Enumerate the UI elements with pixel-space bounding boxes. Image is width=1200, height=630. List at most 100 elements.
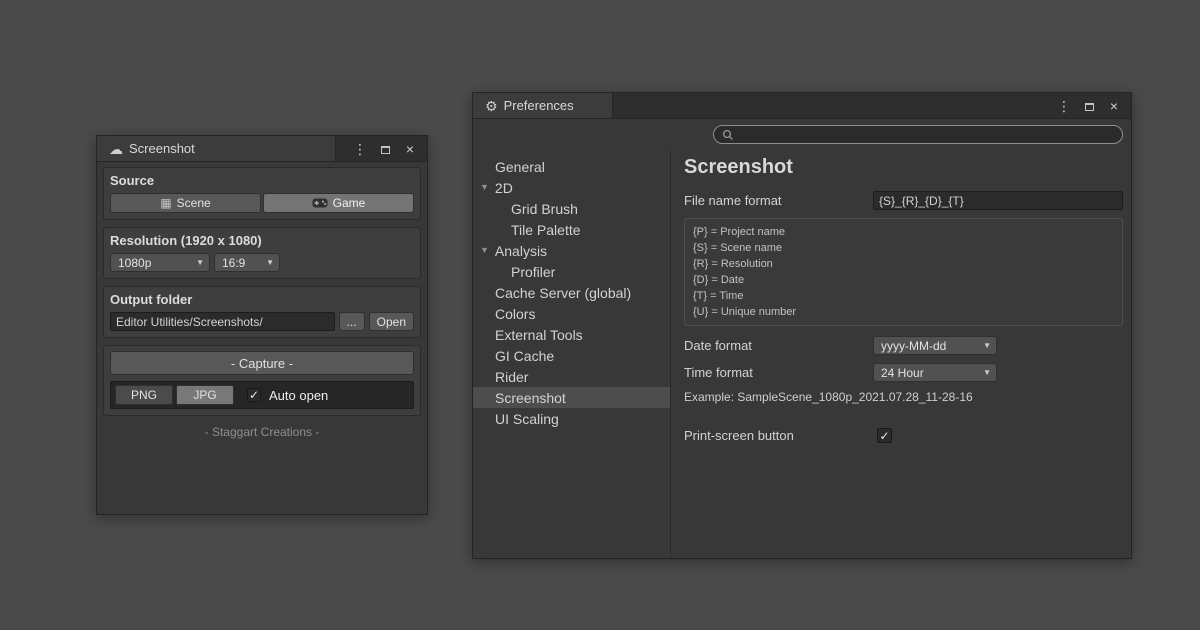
menu-icon[interactable]: ⋮ [1057, 99, 1071, 113]
maximize-glyph [1085, 103, 1094, 111]
resolution-section: Resolution (1920 x 1080) 1080p ▼ 16:9 ▼ [103, 227, 421, 279]
token-help-line: {T} = Time [693, 288, 1114, 304]
output-folder-section: Output folder ... Open [103, 286, 421, 338]
gear-icon: ⚙ [485, 99, 498, 113]
sidebar-item-profiler[interactable]: Profiler [473, 261, 670, 282]
scene-button-label: Scene [177, 196, 211, 210]
scene-button[interactable]: ▦ Scene [110, 193, 261, 213]
token-help-line: {U} = Unique number [693, 304, 1114, 320]
check-icon: ✓ [249, 389, 259, 401]
time-format-value: 24 Hour [881, 366, 924, 380]
token-help-line: {S} = Scene name [693, 240, 1114, 256]
preferences-main: General ▼ 2D Grid Brush Tile Palette ▼ A… [473, 150, 1131, 558]
screenshot-window-tab[interactable]: ☁ Screenshot [97, 136, 336, 161]
chevron-down-icon: ▼ [196, 259, 204, 267]
example-text: Example: SampleScene_1080p_2021.07.28_11… [684, 390, 1123, 404]
open-button[interactable]: Open [369, 312, 414, 331]
sidebar-item-label: Tile Palette [511, 222, 581, 238]
time-format-dropdown[interactable]: 24 Hour ▼ [873, 363, 997, 382]
preferences-toolbar [473, 119, 1131, 150]
sidebar-item-label: Grid Brush [511, 201, 578, 217]
search-field[interactable] [713, 125, 1123, 144]
file-name-format-label: File name format [684, 193, 873, 208]
screenshot-window-title: Screenshot [129, 141, 195, 156]
sidebar-item-grid-brush[interactable]: Grid Brush [473, 198, 670, 219]
sidebar-item-label: Profiler [511, 264, 555, 280]
chevron-down-icon: ▼ [266, 259, 274, 267]
sidebar-item-rider[interactable]: Rider [473, 366, 670, 387]
maximize-icon[interactable] [1082, 99, 1096, 113]
chevron-down-icon: ▼ [983, 369, 991, 377]
foldout-open-icon[interactable]: ▼ [480, 246, 489, 255]
resolution-preset-dropdown[interactable]: 1080p ▼ [110, 253, 210, 272]
titlebar-controls: ⋮ × [1057, 93, 1131, 118]
file-name-format-input[interactable] [873, 191, 1123, 210]
output-folder-label: Output folder [110, 292, 414, 307]
print-screen-checkbox[interactable]: ✓ [877, 428, 892, 443]
game-button[interactable]: Game [263, 193, 414, 213]
chevron-down-icon: ▼ [983, 342, 991, 350]
preferences-content: Screenshot File name format {P} = Projec… [671, 150, 1131, 558]
screenshot-window-titlebar[interactable]: ☁ Screenshot ⋮ × [97, 136, 427, 162]
sidebar-item-tile-palette[interactable]: Tile Palette [473, 219, 670, 240]
date-format-value: yyyy-MM-dd [881, 339, 946, 353]
preferences-window-title: Preferences [504, 98, 574, 113]
credits-text: - Staggart Creations - [103, 425, 421, 439]
close-icon[interactable]: × [403, 142, 417, 156]
titlebar-controls: ⋮ × [353, 136, 427, 161]
output-path-input[interactable] [110, 312, 335, 331]
sidebar-item-2d[interactable]: ▼ 2D [473, 177, 670, 198]
preferences-window-tab[interactable]: ⚙ Preferences [473, 93, 613, 118]
screenshot-window: ☁ Screenshot ⋮ × Source ▦ Scene [96, 135, 428, 515]
aspect-ratio-dropdown[interactable]: 16:9 ▼ [214, 253, 280, 272]
aspect-ratio-value: 16:9 [222, 256, 245, 270]
foldout-open-icon[interactable]: ▼ [480, 183, 489, 192]
token-help-line: {D} = Date [693, 272, 1114, 288]
sidebar-item-label: GI Cache [495, 348, 554, 364]
source-section: Source ▦ Scene Game [103, 167, 421, 220]
resolution-label: Resolution (1920 x 1080) [110, 233, 414, 248]
sidebar-item-ui-scaling[interactable]: UI Scaling [473, 408, 670, 429]
check-icon: ✓ [879, 430, 889, 442]
close-icon[interactable]: × [1107, 99, 1121, 113]
sidebar-item-screenshot[interactable]: Screenshot [473, 387, 670, 408]
sidebar-item-general[interactable]: General [473, 156, 670, 177]
sidebar-item-gi-cache[interactable]: GI Cache [473, 345, 670, 366]
sidebar-item-label: 2D [495, 180, 513, 196]
grid-icon: ▦ [160, 197, 171, 209]
game-button-label: Game [333, 196, 366, 210]
token-help-box: {P} = Project name {S} = Scene name {R} … [684, 218, 1123, 326]
desktop-background: ☁ Screenshot ⋮ × Source ▦ Scene [0, 0, 1200, 630]
format-row: PNG JPG ✓ Auto open [110, 381, 414, 409]
date-format-dropdown[interactable]: yyyy-MM-dd ▼ [873, 336, 997, 355]
sidebar-item-external-tools[interactable]: External Tools [473, 324, 670, 345]
jpg-button[interactable]: JPG [176, 385, 234, 405]
time-format-label: Time format [684, 365, 873, 380]
maximize-icon[interactable] [378, 142, 392, 156]
sidebar-item-label: Rider [495, 369, 528, 385]
sidebar-item-label: Colors [495, 306, 535, 322]
sidebar-item-label: UI Scaling [495, 411, 559, 427]
sidebar-item-cache-server[interactable]: Cache Server (global) [473, 282, 670, 303]
page-title: Screenshot [684, 156, 1123, 179]
token-help-line: {R} = Resolution [693, 256, 1114, 272]
sidebar-item-analysis[interactable]: ▼ Analysis [473, 240, 670, 261]
browse-button[interactable]: ... [339, 312, 365, 331]
sidebar-item-label: Cache Server (global) [495, 285, 631, 301]
gamepad-icon [312, 198, 328, 208]
sidebar-item-label: Screenshot [495, 390, 566, 406]
png-button[interactable]: PNG [115, 385, 173, 405]
preferences-window-titlebar[interactable]: ⚙ Preferences ⋮ × [473, 93, 1131, 119]
preferences-window: ⚙ Preferences ⋮ × General [472, 92, 1132, 559]
maximize-glyph [381, 146, 390, 154]
menu-icon[interactable]: ⋮ [353, 142, 367, 156]
sidebar-item-label: Analysis [495, 243, 547, 259]
sidebar-item-colors[interactable]: Colors [473, 303, 670, 324]
source-label: Source [110, 173, 414, 188]
auto-open-label: Auto open [269, 388, 328, 403]
search-icon [722, 129, 734, 141]
auto-open-checkbox[interactable]: ✓ [247, 388, 261, 402]
capture-button[interactable]: - Capture - [110, 351, 414, 375]
sidebar-item-label: External Tools [495, 327, 583, 343]
search-input[interactable] [739, 128, 1114, 142]
